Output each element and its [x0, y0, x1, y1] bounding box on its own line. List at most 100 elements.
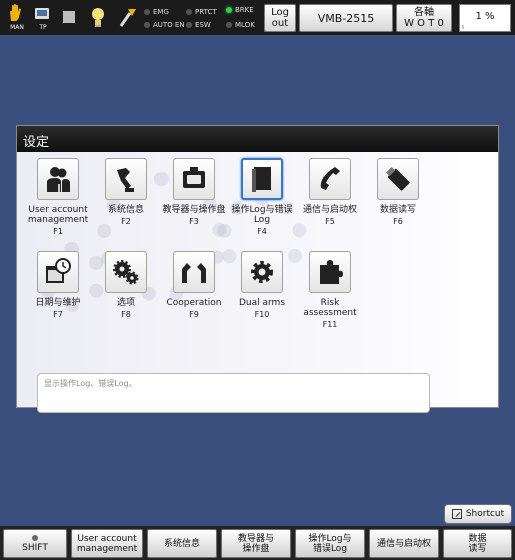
logout-button[interactable]: Log out	[264, 4, 296, 32]
speed-override[interactable]: 1 %	[459, 4, 511, 32]
tile-fkey: F2	[121, 217, 131, 226]
gear-icon	[251, 261, 273, 283]
tile-label: 数据读写	[379, 205, 416, 215]
book-icon	[252, 167, 271, 192]
fkey-f2-button[interactable]: 系统信息	[147, 529, 217, 558]
stop-icon[interactable]	[63, 11, 75, 23]
fkey-f5-label: 通信与启动权	[376, 538, 431, 549]
axis-frame-label: W O T 0	[404, 18, 444, 29]
fkey-f4-button[interactable]: 操作Log与错误Log	[295, 529, 365, 558]
panel-title: 设定	[17, 126, 498, 152]
tile-data-rw[interactable]: 数据读写 F6	[365, 158, 431, 250]
fkey-f3-button[interactable]: 教导器与操作盘	[221, 529, 291, 558]
teach-pendant-small-icon	[35, 8, 49, 19]
users-icon	[47, 167, 70, 192]
shift-button[interactable]: SHIFT	[3, 529, 67, 558]
shortcut-icon	[451, 509, 462, 519]
mode-label: MAN	[10, 24, 24, 31]
tile-label: Dual arms	[238, 298, 286, 308]
tile-fkey: F7	[53, 310, 63, 319]
auto-en-indicator: AUTO EN	[144, 21, 185, 29]
axis-mode-button[interactable]: 各軸 W O T 0	[396, 4, 452, 32]
fkey-f1-button[interactable]: User account management	[71, 529, 143, 558]
prtct-led	[186, 9, 192, 15]
speed-bar	[462, 25, 464, 29]
fkey-f5-button[interactable]: 通信与启动权	[369, 529, 439, 558]
shortcut-label: Shortcut	[465, 509, 505, 519]
panel-body: User account management F1 系统信息 F2 教导器与操…	[17, 152, 498, 413]
shift-label: SHIFT	[22, 542, 48, 553]
tile-date-maintenance[interactable]: 日期与维护 F7	[25, 251, 91, 343]
tile-icon-box	[37, 158, 79, 200]
brke-indicator: BRKE	[226, 6, 254, 14]
esw-label: ESW	[195, 21, 211, 29]
auto-en-label: AUTO EN	[153, 21, 185, 29]
tile-teach-pendant[interactable]: 教导器与操作盘 F3	[161, 158, 227, 250]
tile-label: 通信与启动权	[302, 205, 357, 215]
tile-options[interactable]: 选项 F8	[93, 251, 159, 343]
robot-name-label: VMB-2515	[317, 11, 375, 25]
emg-indicator: EMG	[144, 8, 169, 16]
tile-icon-box	[105, 251, 147, 293]
tile-fkey: F6	[393, 217, 403, 226]
mlok-led	[226, 22, 232, 28]
brke-led	[226, 7, 232, 13]
tile-label: Risk assessment	[303, 298, 357, 318]
phone-icon	[320, 167, 340, 190]
tile-icon-box	[241, 158, 283, 200]
tile-fkey: F10	[254, 310, 270, 319]
tile-label: 选项	[116, 298, 135, 308]
fkey-f3-label: 教导器与操作盘	[237, 533, 274, 554]
fkey-f6-label: 数据读写	[468, 533, 487, 554]
logout-label: Log out	[271, 7, 289, 29]
fkey-f2-label: 系统信息	[163, 538, 200, 549]
gears-icon	[113, 260, 139, 285]
two-robots-icon	[182, 263, 206, 283]
tile-operation-log[interactable]: 操作Log与错误Log F4	[229, 158, 295, 250]
tile-fkey: F1	[53, 227, 63, 236]
puzzle-icon	[320, 260, 343, 284]
tile-fkey: F3	[189, 217, 199, 226]
prtct-label: PRTCT	[195, 8, 217, 16]
mlok-indicator: MLOK	[226, 21, 255, 29]
fkey-f1-label: User account management	[76, 533, 138, 554]
auto-en-led	[144, 22, 150, 28]
tile-fkey: F8	[121, 310, 131, 319]
tile-icon-box	[37, 251, 79, 293]
tile-risk-assessment[interactable]: Risk assessment F11	[297, 251, 363, 343]
tile-label: User account management	[27, 205, 89, 225]
manual-mode-indicator[interactable]: MAN	[6, 3, 28, 31]
tile-label: 操作Log与错误Log	[231, 205, 293, 225]
emg-led	[144, 9, 150, 15]
robot-name-button[interactable]: VMB-2515	[299, 4, 393, 32]
tile-icon-box	[105, 158, 147, 200]
tile-system-info[interactable]: 系统信息 F2	[93, 158, 159, 250]
mlok-label: MLOK	[235, 21, 255, 29]
tp-label: TP	[39, 24, 47, 31]
tile-communication[interactable]: 通信与启动权 F5	[297, 158, 363, 250]
teach-pendant-icon	[183, 167, 205, 188]
tile-icon-box	[309, 158, 351, 200]
hand-icon	[10, 4, 21, 21]
tile-user-account[interactable]: User account management F1	[25, 158, 91, 250]
tile-icon-box	[173, 158, 215, 200]
shortcut-button[interactable]: Shortcut	[444, 504, 512, 524]
tile-icon-box	[173, 251, 215, 293]
wrench-warning-icon[interactable]	[118, 7, 138, 29]
tile-fkey: F11	[322, 320, 338, 329]
tile-label: 系统信息	[107, 205, 144, 215]
settings-panel: 设定 User account management F1 系统信息 F2 教导…	[16, 125, 499, 413]
fkey-f6-button[interactable]: 数据读写	[443, 529, 512, 558]
lightbulb-icon[interactable]	[90, 7, 106, 29]
function-key-bar: SHIFT User account management 系统信息 教导器与操…	[0, 526, 515, 560]
esw-led	[186, 22, 192, 28]
emg-label: EMG	[153, 8, 169, 16]
tile-label: Cooperation	[166, 298, 222, 308]
tile-label: 日期与维护	[35, 298, 81, 308]
robot-arm-icon	[117, 168, 134, 192]
tile-cooperation[interactable]: Cooperation F9	[161, 251, 227, 343]
tp-indicator[interactable]: TP	[32, 3, 54, 31]
calendar-clock-icon	[46, 258, 71, 283]
tile-label: 教导器与操作盘	[162, 205, 226, 215]
tile-dual-arms[interactable]: Dual arms F10	[229, 251, 295, 343]
